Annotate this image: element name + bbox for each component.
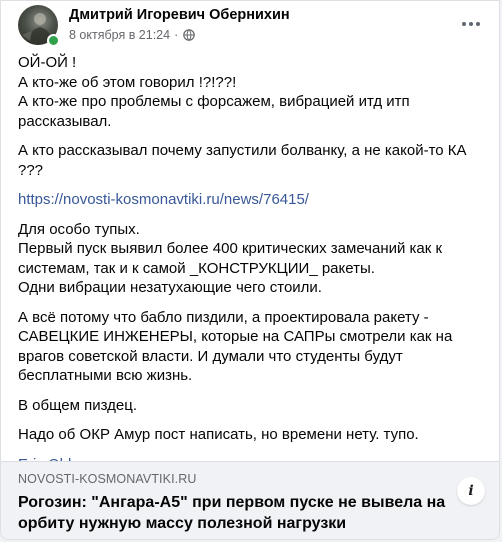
post-meta: 8 октября в 21:24 · [69,28,196,42]
paragraph-link: https://novosti-kosmonavtiki.ru/news/764… [18,190,488,210]
body-line: Первый пуск выявил более 400 критических… [18,240,443,277]
paragraph-6: Надо об ОКР Амур пост написать, но време… [18,426,419,443]
body-line: Для особо тупых. [18,220,140,238]
info-icon[interactable]: i [457,477,485,505]
globe-icon[interactable] [183,29,196,41]
more-dot [462,22,466,26]
post-body: ОЙ-ОЙ ! А кто-же об этом говорил !?!??! … [18,53,488,484]
paragraph-4: А всё потому что бабло пиздили, а проект… [18,308,453,385]
body-line: А кто-же об этом говорил !?!??! [18,73,237,91]
paragraph-5: В общем пиздец. [18,396,138,414]
post-timestamp[interactable]: 8 октября в 21:24 [69,28,170,42]
article-link[interactable]: https://novosti-kosmonavtiki.ru/news/764… [18,191,309,208]
more-options-icon[interactable] [453,9,489,39]
more-dot [476,22,480,26]
author-name[interactable]: Дмитрий Игоревич Обернихин [69,7,290,23]
paragraph-1: ОЙ-ОЙ ! А кто-же об этом говорил !?!??! … [18,53,488,131]
body-line: А кто-же про проблемы с форсажем, вибрац… [18,93,410,130]
more-dot [469,22,473,26]
preview-title[interactable]: Рогозин: "Ангара-А5" при первом пуске не… [18,492,458,534]
body-line: Одни вибрации незатухающие чего стоили. [18,279,322,296]
post-card: Дмитрий Игоревич Обернихин 8 октября в 2… [0,0,500,540]
online-status-indicator [47,34,60,47]
paragraph-2: А кто рассказывал почему запустили болва… [18,142,467,179]
meta-separator: · [174,28,179,42]
link-preview[interactable]: NOVOSTI-KOSMONAVTIKI.RU Рогозин: "Ангара… [1,461,499,539]
body-line: ОЙ-ОЙ ! [18,54,77,71]
preview-domain: NOVOSTI-KOSMONAVTIKI.RU [18,472,197,486]
paragraph-3: Для особо тупых. Первый пуск выявил боле… [18,220,488,298]
